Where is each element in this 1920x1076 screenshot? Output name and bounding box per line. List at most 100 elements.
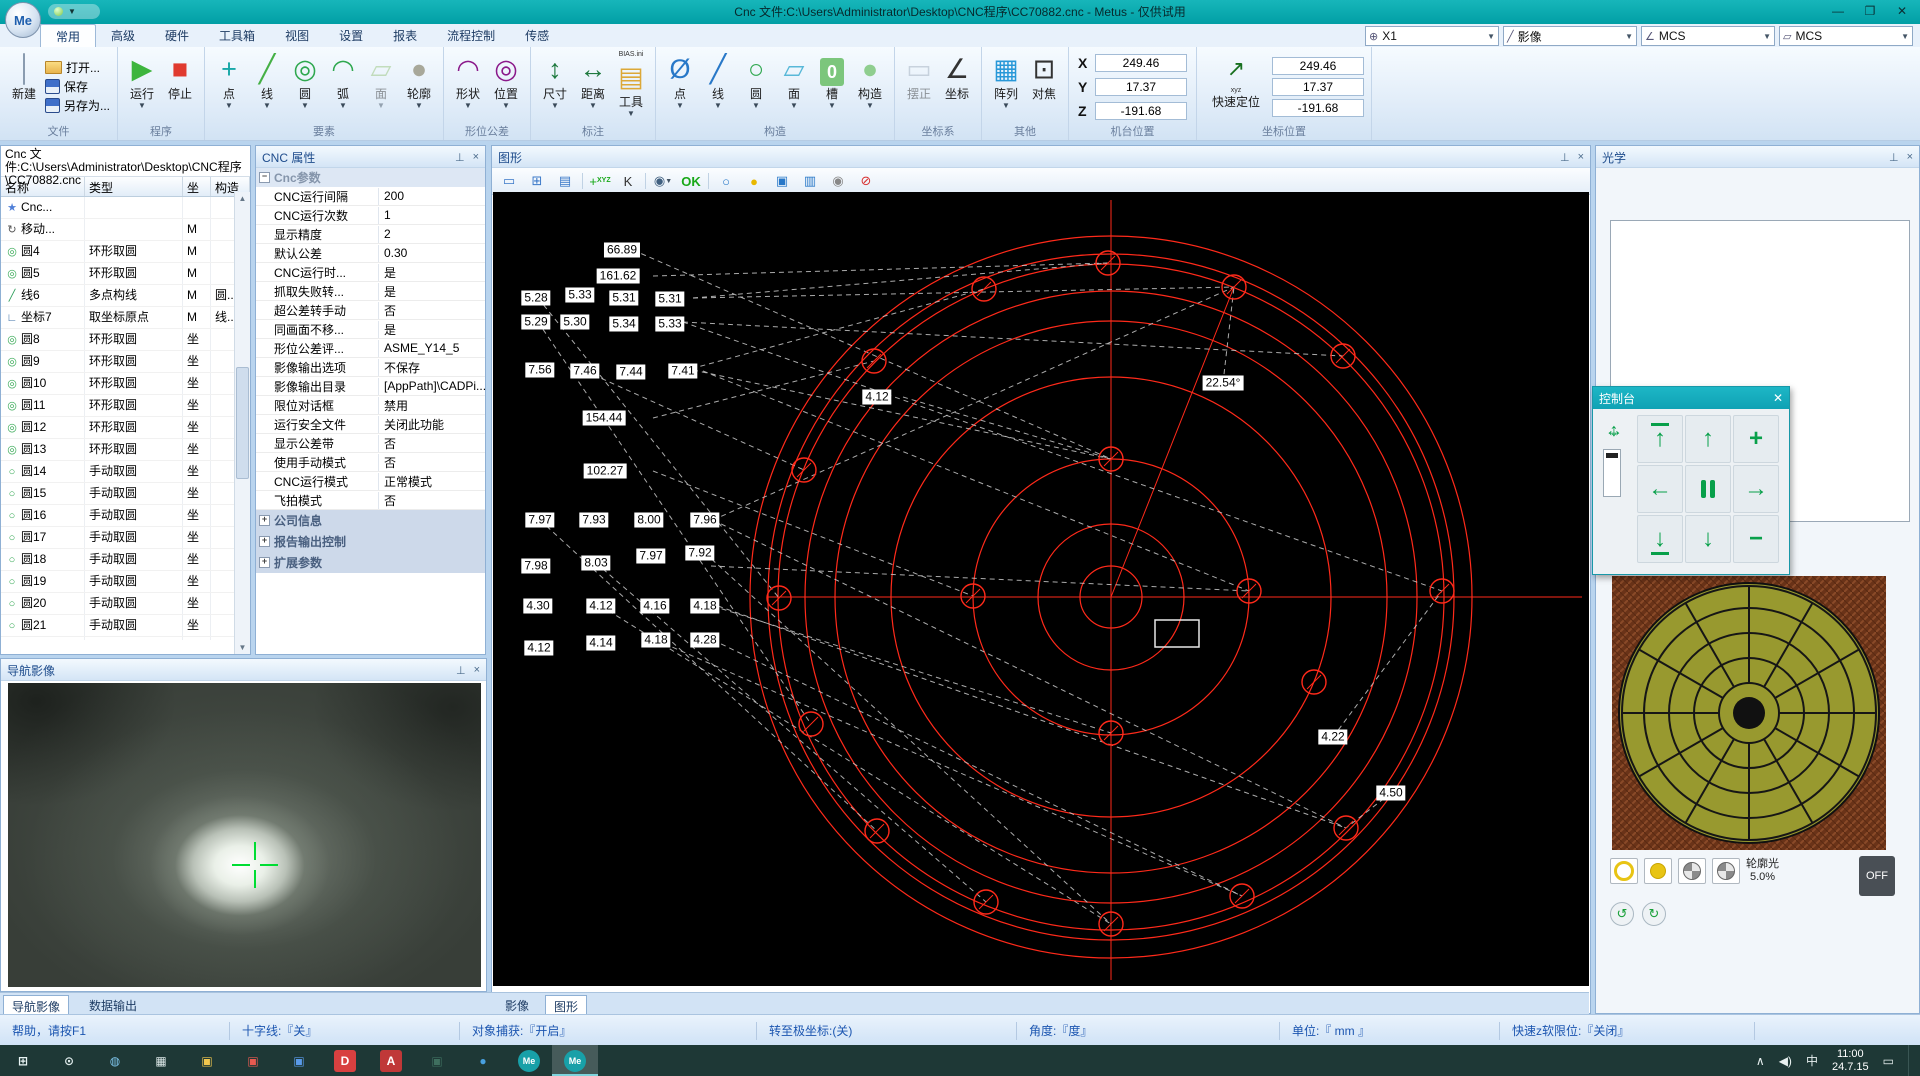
focus-button[interactable]: ⊡对焦: [1025, 48, 1063, 125]
light-off-button[interactable]: OFF: [1859, 856, 1895, 896]
scrollbar-thumb[interactable]: [236, 367, 249, 479]
pin-icon[interactable]: ⊥: [455, 151, 465, 164]
quick-locate-button[interactable]: ↗xyz快速定位: [1202, 48, 1270, 125]
app-dark-icon[interactable]: ▣: [414, 1045, 460, 1076]
point-button[interactable]: +点▼: [210, 48, 248, 125]
close-button[interactable]: ✕: [1886, 0, 1918, 22]
segment-light-button-2[interactable]: [1712, 858, 1740, 884]
new-file-button[interactable]: 新建: [5, 48, 43, 125]
search-button[interactable]: ⊙: [46, 1045, 92, 1076]
tree-row[interactable]: ○圆19手动取圆坐: [1, 571, 250, 593]
pin-icon[interactable]: ⊥: [1560, 151, 1570, 164]
property-row[interactable]: CNC运行时...是: [256, 263, 485, 282]
plane-feature-button[interactable]: ▱面▼: [362, 48, 400, 125]
collapsed-section-公司信息[interactable]: +公司信息: [256, 510, 485, 531]
run-button[interactable]: ▶运行▼: [123, 48, 161, 125]
property-row[interactable]: CNC运行次数1: [256, 206, 485, 225]
tree-row[interactable]: ○圆20手动取圆坐: [1, 593, 250, 615]
jog-up-button[interactable]: ↑: [1685, 415, 1731, 463]
tree-col-2[interactable]: 坐: [183, 177, 211, 196]
ime-indicator[interactable]: 中: [1806, 1052, 1818, 1069]
scroll-up-icon[interactable]: ▲: [239, 194, 247, 203]
camera-off-icon[interactable]: ⊘: [853, 171, 879, 191]
chevron-down-icon[interactable]: ▼: [68, 7, 76, 16]
start-button[interactable]: ⊞: [0, 1045, 46, 1076]
lock-icon[interactable]: ●: [741, 171, 767, 191]
view-tab-影像[interactable]: 影像: [497, 995, 537, 1014]
ribbon-tab-视图[interactable]: 视图: [270, 24, 324, 47]
tree-row[interactable]: ◎圆13环形取圆坐: [1, 439, 250, 461]
tree-row[interactable]: ○圆16手动取圆坐: [1, 505, 250, 527]
slot-button[interactable]: 0槽▼: [813, 48, 851, 125]
line-button[interactable]: ╱线▼: [248, 48, 286, 125]
construct-cloud-button[interactable]: ●构造▼: [851, 48, 889, 125]
property-row[interactable]: 形位公差评...ASME_Y14_5: [256, 339, 485, 358]
tree-col-1[interactable]: 类型: [85, 177, 183, 196]
jog-plus-button[interactable]: +: [1733, 415, 1779, 463]
combo-target-icon[interactable]: ⊕X1▼: [1365, 26, 1499, 46]
quick-access-toolbar[interactable]: ▼: [48, 4, 100, 19]
tree-row[interactable]: ◎圆12环形取圆坐: [1, 417, 250, 439]
align-button[interactable]: ▭摆正: [900, 48, 938, 125]
taskbar-clock[interactable]: 11:00 24.7.15: [1832, 1048, 1869, 1074]
maximize-button[interactable]: ❐: [1854, 0, 1886, 22]
eye-icon[interactable]: ◉▼: [650, 171, 676, 191]
contour-button[interactable]: ●轮廓▼: [400, 48, 438, 125]
pin-icon[interactable]: ⊥: [456, 664, 466, 677]
tree-row[interactable]: ↻移动...M: [1, 219, 250, 241]
ribbon-tab-常用[interactable]: 常用: [40, 24, 96, 48]
tree-row[interactable]: ◎圆10环形取圆坐: [1, 373, 250, 395]
tree-row[interactable]: ╱线6多点构线M圆...: [1, 285, 250, 307]
construct-circle-button[interactable]: ○圆▼: [737, 48, 775, 125]
ribbon-tab-工具箱[interactable]: 工具箱: [204, 24, 270, 47]
bottom-tab-导航影像[interactable]: 导航影像: [3, 995, 69, 1014]
task-view-button[interactable]: ▦: [138, 1045, 184, 1076]
jog-bottom-button[interactable]: ↓: [1637, 515, 1683, 563]
undo-icon[interactable]: ↺: [1610, 902, 1634, 926]
ribbon-tab-报表[interactable]: 报表: [378, 24, 432, 47]
report-icon[interactable]: ▤: [552, 171, 578, 191]
app-round-icon[interactable]: ●: [460, 1045, 506, 1076]
tree-col-0[interactable]: 名称: [1, 177, 85, 196]
record-icon[interactable]: ○: [713, 171, 739, 191]
step-list[interactable]: [1603, 449, 1621, 497]
app-a-icon[interactable]: A: [368, 1045, 414, 1076]
show-desktop-strip[interactable]: [1908, 1045, 1914, 1076]
ribbon-tab-设置[interactable]: 设置: [324, 24, 378, 47]
tree-row[interactable]: ○圆17手动取圆坐: [1, 527, 250, 549]
hidden-icons-chevron[interactable]: ∧: [1756, 1054, 1765, 1068]
add-xyz-icon[interactable]: +XYZ: [587, 171, 613, 191]
tree-row[interactable]: ◎圆4环形取圆M: [1, 241, 250, 263]
stop-button[interactable]: ■停止: [161, 48, 199, 125]
save-as-button[interactable]: 另存为...: [45, 97, 110, 114]
close-icon[interactable]: ×: [474, 664, 480, 677]
collapsed-section-扩展参数[interactable]: +扩展参数: [256, 552, 485, 573]
collapsed-section-报告输出控制[interactable]: +报告输出控制: [256, 531, 485, 552]
close-icon[interactable]: ×: [473, 151, 479, 164]
save-disk-button[interactable]: 保存: [45, 78, 110, 95]
quick-access-icon[interactable]: [54, 7, 63, 16]
property-row[interactable]: 飞拍模式否: [256, 491, 485, 510]
tree-row[interactable]: ○圆21手动取圆坐: [1, 615, 250, 637]
close-icon[interactable]: ×: [1907, 151, 1913, 164]
browser-circle-icon[interactable]: ◍: [92, 1045, 138, 1076]
pan-select-icon[interactable]: ▭: [496, 171, 522, 191]
ribbon-tab-硬件[interactable]: 硬件: [150, 24, 204, 47]
volume-icon[interactable]: ◀): [1779, 1054, 1792, 1068]
tree-row[interactable]: ○圆15手动取圆坐: [1, 483, 250, 505]
k-vector-icon[interactable]: K: [615, 171, 641, 191]
close-icon[interactable]: ×: [1578, 151, 1584, 164]
combo-plane-icon[interactable]: ▱MCS▼: [1779, 26, 1913, 46]
bottom-tab-数据输出[interactable]: 数据输出: [81, 995, 145, 1014]
tree-row[interactable]: ◎圆9环形取圆坐: [1, 351, 250, 373]
users-icon[interactable]: ◉: [825, 171, 851, 191]
circle-button[interactable]: ◎圆▼: [286, 48, 324, 125]
distance-button[interactable]: ↔距离▼: [574, 48, 612, 125]
file-explorer-icon[interactable]: ▣: [184, 1045, 230, 1076]
property-row[interactable]: 影像输出目录[AppPath]\CADPi...: [256, 377, 485, 396]
ribbon-tab-传感[interactable]: 传感: [510, 24, 564, 47]
arc-button[interactable]: ◠弧▼: [324, 48, 362, 125]
property-row[interactable]: 显示公差带否: [256, 434, 485, 453]
coordinate-button[interactable]: ∠坐标: [938, 48, 976, 125]
property-row[interactable]: 默认公差0.30: [256, 244, 485, 263]
